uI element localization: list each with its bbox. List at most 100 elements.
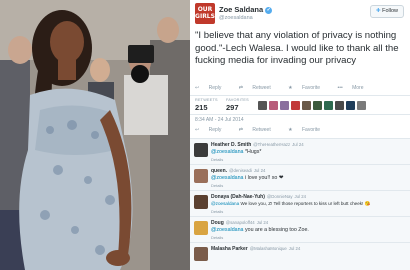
retweets-value: 215 xyxy=(195,103,208,112)
favoriter-avatar[interactable] xyxy=(313,101,322,110)
reply-author-name[interactable]: Heather D. Smith xyxy=(211,142,251,148)
follow-icon: ✚ xyxy=(375,8,381,14)
author-handle[interactable]: @zoesaldana xyxy=(219,15,253,21)
reply-avatar[interactable] xyxy=(194,143,208,157)
reply-text: you are a blessing too Zoe. xyxy=(244,227,309,233)
reply-author-name[interactable]: Malasha Parker xyxy=(211,246,248,252)
reply-mention[interactable]: @zoesaldana xyxy=(211,201,239,206)
reply-date: Jul 24 xyxy=(288,246,301,251)
reply-button[interactable]: ↩ Reply xyxy=(195,127,229,133)
reply-label: Reply xyxy=(208,85,222,91)
star-icon: ★ xyxy=(288,127,293,133)
reply-text: We love you, Z! Tell those reporters to … xyxy=(240,201,371,206)
reply-avatar[interactable] xyxy=(194,169,208,183)
favorite-label: Favorite xyxy=(301,85,321,91)
reply-date: Jul 24 xyxy=(253,168,266,173)
author-name[interactable]: Zoe Saldana xyxy=(219,5,263,14)
favorite-label: Favorite xyxy=(301,127,321,133)
author-name-row[interactable]: Zoe Saldana ✓ xyxy=(219,5,273,14)
reply-author-handle[interactable]: @DonnieNay xyxy=(267,194,293,199)
more-label: More xyxy=(352,85,364,91)
reply-text: *Hugs* xyxy=(244,149,262,155)
retweet-label: Retweet xyxy=(252,85,271,91)
favoriter-avatar[interactable] xyxy=(258,101,267,110)
favoriter-avatar[interactable] xyxy=(280,101,289,110)
reply-text-row: @zoesaldana *Hugs* xyxy=(211,149,261,155)
reply-details-link[interactable]: Details xyxy=(211,235,223,240)
reply-text: i love you!! xo ❤ xyxy=(244,175,284,181)
reply-icon: ↩ xyxy=(195,127,200,133)
tweet-stats: RETWEETS 215 FAVORITES 297 xyxy=(190,95,410,115)
reply-author-name[interactable]: Doug xyxy=(211,220,224,226)
reply-author: Doug @sanapoloff44 Jul 24 xyxy=(211,220,268,226)
favoriter-avatar[interactable] xyxy=(357,101,366,110)
reply-author-handle[interactable]: @sanapoloff44 xyxy=(226,220,255,225)
favoriter-avatar[interactable] xyxy=(324,101,333,110)
reply-author: Heather D. Smith @TheHeatherHazz Jul 24 xyxy=(211,142,304,148)
favorite-count[interactable]: FAVORITES 297 xyxy=(226,98,249,112)
favoriter-avatar[interactable] xyxy=(269,101,278,110)
tweet-action-bar: ↩ Reply ⇄ Retweet ★ Favorite ••• More xyxy=(195,85,380,91)
more-icon: ••• xyxy=(337,85,343,91)
reply-item[interactable]: Donaya (Dah-Nae-Yuh) @DonnieNay Jul 24 @zo… xyxy=(190,191,410,217)
favoriter-avatar[interactable] xyxy=(346,101,355,110)
favorites-value: 297 xyxy=(226,103,239,112)
reply-text-row: @zoesaldana you are a blessing too Zoe. xyxy=(211,227,309,233)
retweet-button[interactable]: ⇄ Retweet xyxy=(239,127,279,133)
retweet-button[interactable]: ⇄ Retweet xyxy=(239,85,279,91)
reply-date: Jul 24 xyxy=(256,220,269,225)
photo-illustration xyxy=(0,0,190,270)
reply-button[interactable]: ↩ Reply xyxy=(195,85,229,91)
reply-author: Donaya (Dah-Nae-Yuh) @DonnieNay Jul 24 xyxy=(211,194,306,200)
reply-item[interactable]: queen. @deniseadi Jul 24 @zoesaldana i lov… xyxy=(190,165,410,191)
favorites-label: FAVORITES xyxy=(226,98,249,102)
reply-avatar[interactable] xyxy=(194,195,208,209)
tweet-header: OUR GIRLS Zoe Saldana ✓ @zoesaldana ✚ Fol… xyxy=(190,0,410,30)
tweet-text: "I believe that any violation of privacy… xyxy=(195,30,399,66)
reply-author-handle[interactable]: @MalashaMonique xyxy=(250,246,287,251)
reply-mention[interactable]: @zoesaldana xyxy=(211,149,243,155)
retweet-label: Retweet xyxy=(252,127,271,133)
reply-author: Malasha Parker @MalashaMonique Jul 24 xyxy=(211,246,300,252)
secondary-action-bar: ↩ Reply ⇄ Retweet ★ Favorite xyxy=(195,127,336,133)
reply-mention[interactable]: @zoesaldana xyxy=(211,227,243,233)
retweet-icon: ⇄ xyxy=(238,127,243,133)
reply-item[interactable]: Heather D. Smith @TheHeatherHazz Jul 24 @z… xyxy=(190,139,410,165)
reply-author-handle[interactable]: @deniseadi xyxy=(229,168,252,173)
replies-list: Heather D. Smith @TheHeatherHazz Jul 24 @z… xyxy=(190,138,410,270)
reply-details-link[interactable]: Details xyxy=(211,183,223,188)
verified-icon: ✓ xyxy=(265,7,273,14)
reply-details-link[interactable]: Details xyxy=(211,157,223,162)
star-icon: ★ xyxy=(288,85,293,91)
reply-text-row: @zoesaldana We love you, Z! Tell those r… xyxy=(211,201,370,207)
event-photo xyxy=(0,0,190,270)
reply-author-name[interactable]: Donaya (Dah-Nae-Yuh) xyxy=(211,194,265,200)
retweets-label: RETWEETS xyxy=(195,98,218,102)
favoriter-avatar[interactable] xyxy=(335,101,344,110)
reply-item[interactable]: Doug @sanapoloff44 Jul 24 @zoesaldana you … xyxy=(190,217,410,243)
reply-avatar[interactable] xyxy=(194,221,208,235)
reply-item[interactable]: Malasha Parker @MalashaMonique Jul 24 xyxy=(190,243,410,269)
retweet-icon: ⇄ xyxy=(238,85,243,91)
reply-icon: ↩ xyxy=(195,85,200,91)
follow-button[interactable]: ✚ Follow xyxy=(370,5,404,18)
favoriter-avatar[interactable] xyxy=(302,101,311,110)
tweet-panel: OUR GIRLS Zoe Saldana ✓ @zoesaldana ✚ Fol… xyxy=(190,0,410,270)
reply-label: Reply xyxy=(208,127,222,133)
tweet-timestamp[interactable]: 8:34 AM - 24 Jul 2014 xyxy=(195,117,244,123)
reply-author-name[interactable]: queen. xyxy=(211,168,227,174)
favorite-button[interactable]: ★ Favorite xyxy=(288,85,328,91)
reply-date: Jul 24 xyxy=(294,194,306,199)
avatar[interactable]: OUR GIRLS xyxy=(195,3,215,24)
reply-author-handle[interactable]: @TheHeatherHazz xyxy=(253,142,290,147)
favorite-button[interactable]: ★ Favorite xyxy=(288,127,328,133)
favoriter-avatar[interactable] xyxy=(291,101,300,110)
reply-details-link[interactable]: Details xyxy=(211,209,223,214)
more-button[interactable]: ••• More xyxy=(337,85,371,91)
reply-avatar[interactable] xyxy=(194,247,208,261)
reply-text-row: @zoesaldana i love you!! xo ❤ xyxy=(211,175,283,181)
reply-date: Jul 24 xyxy=(292,142,304,147)
retweet-count[interactable]: RETWEETS 215 xyxy=(195,98,218,112)
follow-label: Follow xyxy=(382,8,399,14)
reply-mention[interactable]: @zoesaldana xyxy=(211,175,243,181)
